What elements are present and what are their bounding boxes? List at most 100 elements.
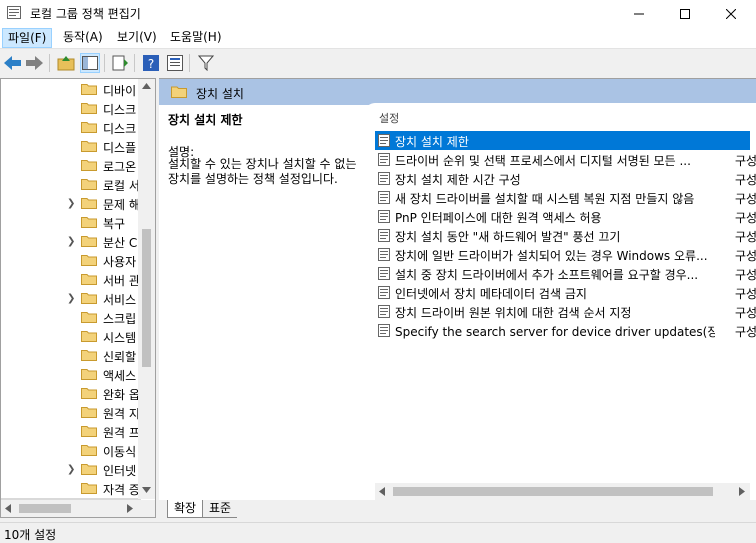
toolbar-separator — [134, 54, 135, 72]
tree-item[interactable]: 스크립 — [1, 308, 141, 327]
folder-icon — [81, 160, 97, 171]
export-list-button[interactable] — [110, 53, 130, 73]
console-tree-icon — [82, 56, 98, 70]
setting-state: 구성 — [735, 173, 756, 187]
setting-row[interactable]: 장치에 일반 드라이버가 설치되어 있는 경우 Windows 오류... 구성 — [375, 245, 756, 264]
console-tree[interactable]: 디바이 디스크 디스크 디스플 로그온 로컬 서 ❯ 문제 해 복구 ❯ 분산 C 사용자 서버 관 ❯ 서… — [0, 78, 156, 518]
pane-header-title: 장치 설치 — [196, 87, 244, 101]
minimize-button[interactable] — [616, 0, 662, 27]
setting-row[interactable]: 장치 설치 제한 시간 구성 구성 — [375, 169, 756, 188]
menu-action[interactable]: 동작(A) — [58, 27, 108, 47]
tree-item[interactable]: 디스크 — [1, 99, 141, 118]
tree-item-label: 신뢰할 — [103, 350, 137, 364]
policy-setting-icon — [378, 153, 390, 166]
setting-row[interactable]: 새 장치 드라이버를 설치할 때 시스템 복원 지점 만들지 않음 구성 — [375, 188, 756, 207]
tree-item-label: 복구 — [103, 217, 126, 231]
window-title: 로컬 그룹 정책 편집기 — [30, 7, 141, 21]
status-text: 10개 설정 — [4, 528, 57, 542]
setting-row[interactable]: Specify the search server for device dri… — [375, 321, 756, 340]
chevron-right-icon[interactable]: ❯ — [67, 236, 75, 247]
setting-row[interactable]: 드라이버 순위 및 선택 프로세스에서 디지털 서명된 모든 ... 구성 — [375, 150, 756, 169]
setting-row[interactable]: 인터넷에서 장치 메타데이터 검색 금지 구성 — [375, 283, 756, 302]
tree-item[interactable]: ❯ 서비스 — [1, 289, 141, 308]
tab-standard[interactable]: 표준 — [203, 500, 238, 518]
tree-item[interactable]: 장치 설 — [1, 517, 141, 518]
setting-name: PnP 인터페이스에 대한 원격 액세스 허용 — [395, 211, 602, 225]
scroll-up-icon — [142, 83, 151, 89]
tree-item[interactable]: 로그온 — [1, 156, 141, 175]
setting-state: 구성 — [735, 211, 756, 225]
tree-item[interactable]: ❯ 분산 C — [1, 232, 141, 251]
setting-row[interactable]: PnP 인터페이스에 대한 원격 액세스 허용 구성 — [375, 207, 756, 226]
toolbar-separator — [189, 54, 190, 72]
scroll-left-icon — [379, 487, 385, 496]
folder-icon — [81, 179, 97, 190]
tree-item[interactable]: 복구 — [1, 213, 141, 232]
tree-item[interactable]: ❯ 문제 해 — [1, 194, 141, 213]
setting-name: 드라이버 순위 및 선택 프로세스에서 디지털 서명된 모든 ... — [395, 154, 691, 168]
description-title: 장치 설치 제한 — [168, 113, 243, 127]
setting-row[interactable]: 장치 설치 동안 "새 하드웨어 발견" 풍선 끄기 구성 — [375, 226, 756, 245]
folder-icon — [81, 369, 97, 380]
tab-extended[interactable]: 확장 — [167, 500, 204, 518]
menu-help[interactable]: 도움말(H) — [165, 27, 227, 47]
tree-item[interactable]: 디스플 — [1, 137, 141, 156]
menu-file[interactable]: 파일(F) — [2, 28, 53, 48]
properties-button[interactable] — [165, 53, 185, 73]
tree-scroll-thumb[interactable] — [142, 229, 151, 367]
folder-icon — [81, 122, 97, 133]
tree-item[interactable]: 사용자 — [1, 251, 141, 270]
tree-item[interactable]: 자격 증 — [1, 479, 141, 498]
tree-item-label: 디스크 — [103, 103, 137, 117]
menu-view[interactable]: 보기(V) — [112, 27, 162, 47]
tree-item[interactable]: 완화 옵 — [1, 384, 141, 403]
chevron-right-icon[interactable]: ❯ — [67, 464, 75, 475]
toolbar-separator — [49, 54, 50, 72]
setting-name: 설치 중 장치 드라이버에서 추가 소프트웨어를 요구할 경우... — [395, 268, 699, 282]
tree-item[interactable]: 디바이 — [1, 80, 141, 99]
setting-row[interactable]: 설치 중 장치 드라이버에서 추가 소프트웨어를 요구할 경우... 구성 — [375, 264, 756, 283]
tree-item[interactable]: 원격 프 — [1, 422, 141, 441]
close-button[interactable] — [708, 0, 754, 27]
column-header-setting[interactable]: 설정 — [379, 110, 399, 126]
help-button[interactable]: ? — [141, 53, 161, 73]
chevron-right-icon[interactable]: ❯ — [67, 293, 75, 304]
maximize-button[interactable] — [662, 0, 708, 27]
export-list-icon — [112, 55, 128, 71]
up-one-level-button[interactable] — [56, 53, 76, 73]
tree-item[interactable]: 액세스 — [1, 365, 141, 384]
tree-item[interactable]: 이동식 — [1, 441, 141, 460]
policy-setting-icon — [378, 210, 390, 223]
menu-bar: 파일(F) 동작(A) 보기(V) 도움말(H) — [0, 27, 756, 48]
tree-item-label: 원격 프 — [103, 426, 140, 440]
tree-item[interactable]: 디스크 — [1, 118, 141, 137]
tree-hscroll-thumb[interactable] — [19, 504, 71, 513]
tree-item[interactable]: 서버 관 — [1, 270, 141, 289]
tree-item-label: 이동식 — [103, 445, 137, 459]
svg-text:?: ? — [148, 57, 154, 71]
tree-item[interactable]: 신뢰할 — [1, 346, 141, 365]
setting-row[interactable]: 장치 설치 제한 — [375, 131, 750, 150]
folder-icon — [81, 388, 97, 399]
tree-item[interactable]: 시스템 — [1, 327, 141, 346]
policy-setting-icon — [378, 134, 390, 147]
tree-item[interactable]: 원격 지 — [1, 403, 141, 422]
back-button[interactable] — [3, 53, 23, 73]
forward-button[interactable] — [25, 53, 45, 73]
setting-name: 새 장치 드라이버를 설치할 때 시스템 복원 지점 만들지 않음 — [395, 192, 695, 206]
tree-item[interactable]: 로컬 서 — [1, 175, 141, 194]
list-hscroll-thumb[interactable] — [393, 487, 713, 496]
show-hide-tree-button[interactable] — [80, 53, 100, 73]
tree-item-label: 완화 옵 — [103, 388, 140, 402]
folder-icon — [81, 350, 97, 361]
tree-item[interactable]: ❯ 인터넷 — [1, 460, 141, 479]
setting-row[interactable]: 장치 드라이버 원본 위치에 대한 검색 순서 지정 구성 — [375, 302, 756, 321]
chevron-right-icon[interactable]: ❯ — [67, 198, 75, 209]
help-icon: ? — [143, 55, 159, 71]
settings-list-header — [365, 103, 756, 127]
tree-item-label: 사용자 — [103, 255, 137, 269]
policy-setting-icon — [378, 305, 390, 318]
tree-item-label: 분산 C — [103, 236, 138, 250]
tree-item-label: 서버 관 — [103, 274, 140, 288]
filter-button[interactable] — [196, 53, 216, 73]
